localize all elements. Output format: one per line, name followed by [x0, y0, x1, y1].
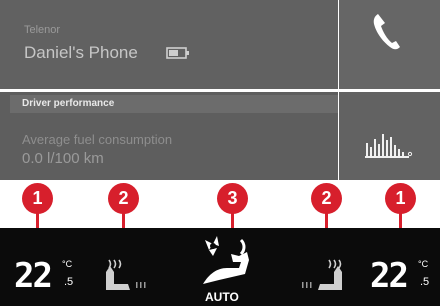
callout-badge: 2 [311, 183, 342, 214]
phone-icon [373, 14, 400, 50]
callout-badge: 2 [108, 183, 139, 214]
auto-label: AUTO [205, 290, 239, 304]
bar-chart-icon [365, 134, 413, 158]
infotainment-screen: Telenor Daniel's Phone Driver performanc… [0, 0, 440, 306]
left-temperature[interactable]: 22 [14, 256, 53, 296]
climate-bar: 22 °C .5 AUTO 22 °C .5 [0, 228, 440, 306]
section-title: Driver performance [22, 98, 115, 109]
heated-seat-icon[interactable] [100, 256, 150, 294]
left-temp-unit: °C [62, 259, 73, 269]
right-temperature[interactable]: 22 [370, 256, 409, 296]
phone-tile[interactable]: Telenor Daniel's Phone [0, 0, 338, 89]
callout-badge: 1 [385, 183, 416, 214]
callout-badge: 1 [22, 183, 53, 214]
heated-seat-icon[interactable] [298, 256, 348, 294]
metric-label: Average fuel consumption [22, 132, 173, 147]
right-temp-decimal: .5 [420, 276, 430, 288]
fan-auto-icon[interactable] [195, 234, 255, 290]
statistics-button[interactable] [339, 92, 440, 180]
left-temp-decimal: .5 [64, 276, 74, 288]
call-button[interactable] [339, 0, 440, 89]
device-name: Daniel's Phone [24, 43, 138, 62]
network-name: Telenor [24, 24, 61, 36]
battery-icon [166, 47, 189, 59]
right-temp-unit: °C [418, 259, 429, 269]
callout-badge: 3 [217, 183, 248, 214]
metric-value: 0.0 l/100 km [22, 150, 104, 167]
